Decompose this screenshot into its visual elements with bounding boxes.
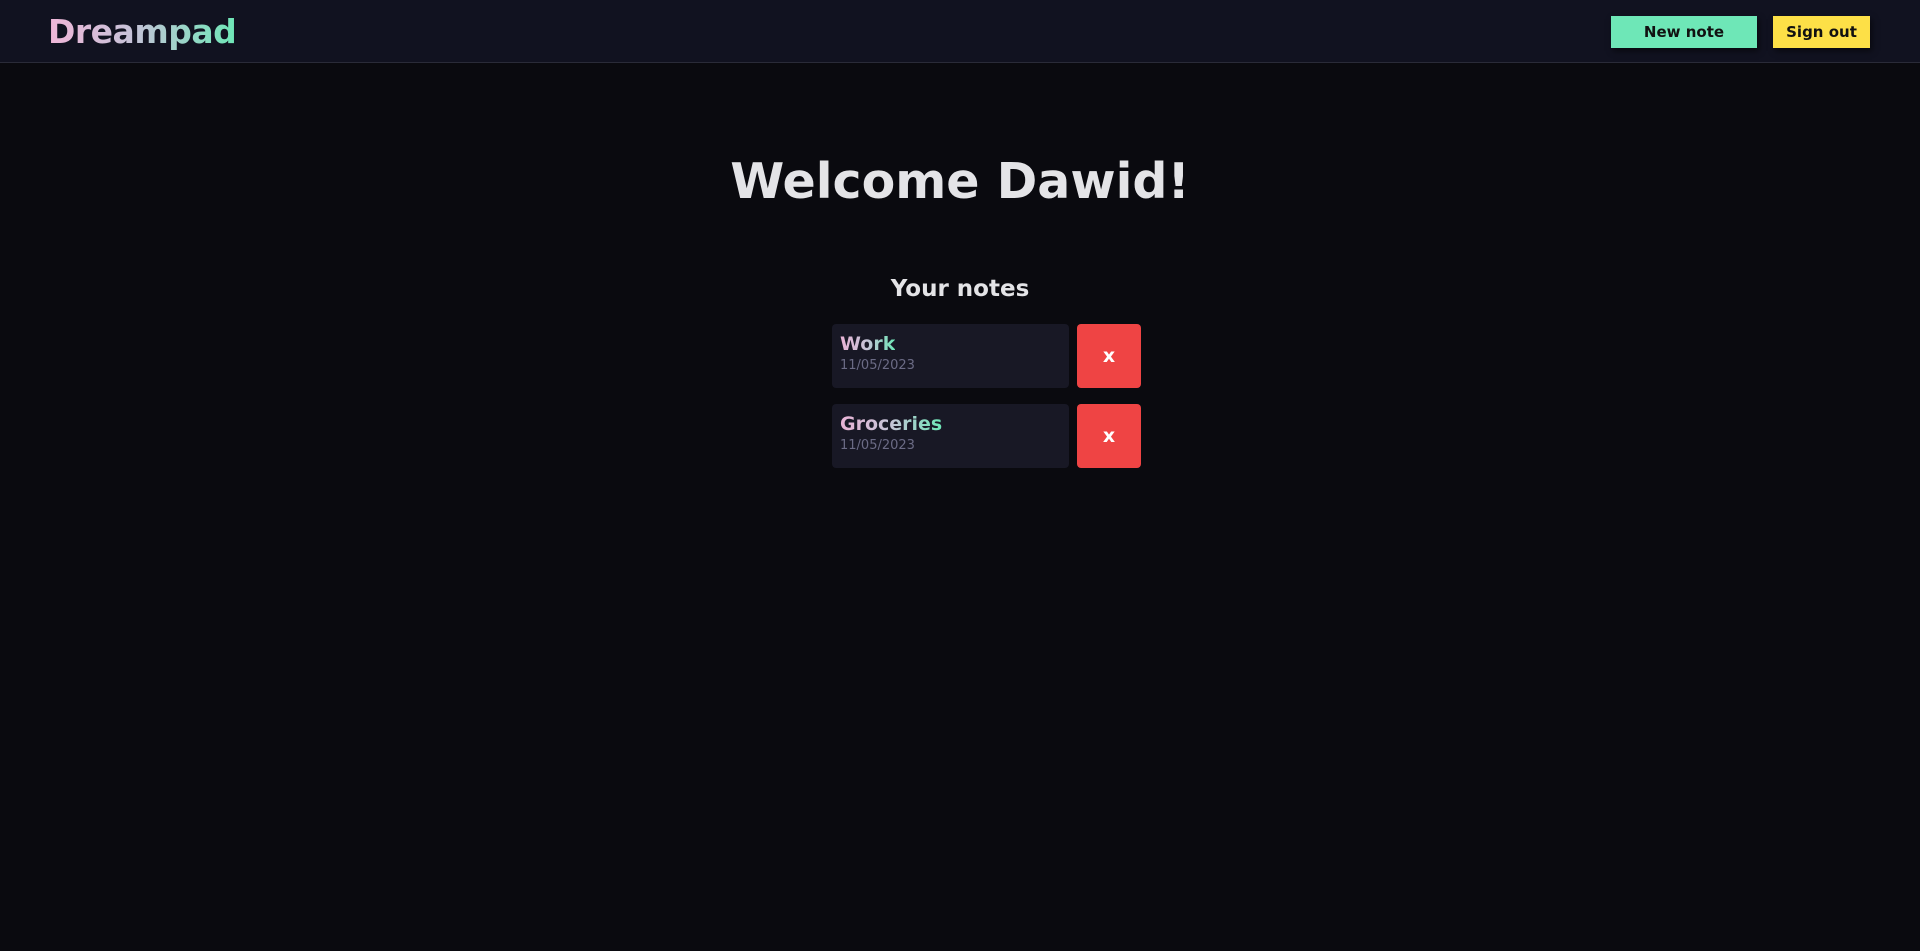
notes-heading: Your notes xyxy=(890,276,1030,302)
delete-note-button[interactable]: x xyxy=(1077,324,1141,388)
note-row: Work 11/05/2023 x xyxy=(832,324,1141,388)
app-logo[interactable]: Dreampad xyxy=(48,12,237,52)
note-date: 11/05/2023 xyxy=(840,438,915,453)
welcome-heading: Welcome Dawid! xyxy=(730,153,1190,210)
note-card[interactable]: Groceries 11/05/2023 xyxy=(832,404,1069,468)
delete-note-button[interactable]: x xyxy=(1077,404,1141,468)
note-title: Work xyxy=(840,333,896,355)
note-row: Groceries 11/05/2023 x xyxy=(832,404,1141,468)
sign-out-button[interactable]: Sign out xyxy=(1773,16,1870,48)
note-card[interactable]: Work 11/05/2023 xyxy=(832,324,1069,388)
top-nav: Dreampad New note Sign out xyxy=(0,0,1920,63)
note-date: 11/05/2023 xyxy=(840,358,915,373)
note-title: Groceries xyxy=(840,413,943,435)
new-note-button[interactable]: New note xyxy=(1611,16,1757,48)
